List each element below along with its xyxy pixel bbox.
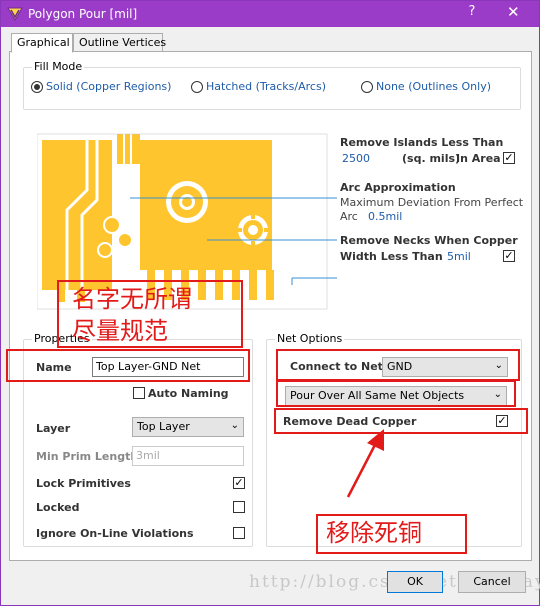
window-title: Polygon Pour [mil] (28, 7, 138, 21)
layer-label: Layer (36, 422, 71, 435)
locked-checkbox[interactable] (233, 501, 245, 513)
radio-hatched-label[interactable]: Hatched (Tracks/Arcs) (206, 80, 326, 93)
fill-mode-group: Fill Mode Solid (Copper Regions) Hatched… (23, 60, 521, 110)
locked-label: Locked (36, 501, 80, 514)
annotation-name-line2: 尽量规范 (72, 317, 168, 345)
remove-islands-title: Remove Islands Less Than (340, 136, 504, 149)
arc-approx-value[interactable]: 0.5mil (368, 210, 402, 223)
ok-button[interactable]: OK (387, 571, 443, 593)
radio-solid-label[interactable]: Solid (Copper Regions) (46, 80, 171, 93)
lock-primitives-checkbox[interactable]: ✓ (233, 477, 245, 489)
remove-islands-value[interactable]: 2500 (342, 152, 370, 165)
auto-naming-checkbox[interactable] (133, 387, 145, 399)
app-icon (7, 7, 23, 21)
remove-necks-width-label: Width Less Than (340, 250, 443, 263)
annotation-name-line1: 名字无所谓 (72, 285, 192, 313)
layer-select[interactable]: Top Layer ⌄ (132, 417, 244, 437)
arc-approx-desc: Maximum Deviation From Perfect (340, 196, 524, 209)
close-button[interactable]: ✕ (507, 3, 520, 21)
radio-solid[interactable] (31, 81, 43, 93)
title-bar: Polygon Pour [mil] ? ✕ (1, 1, 539, 27)
radio-none[interactable] (361, 81, 373, 93)
remove-necks-title: Remove Necks When Copper (340, 234, 518, 247)
annotation-arrow-icon (346, 429, 384, 498)
graphical-panel: Fill Mode Solid (Copper Regions) Hatched… (6, 51, 532, 561)
help-button[interactable]: ? (465, 4, 479, 19)
remove-necks-value[interactable]: 5mil (447, 250, 471, 263)
tab-outline-vertices[interactable]: Outline Vertices (73, 33, 166, 52)
remove-islands-in-area: In Area (456, 152, 501, 165)
radio-hatched[interactable] (191, 81, 203, 93)
annotation-box-name (6, 349, 250, 382)
remove-islands-units: (sq. mils) (402, 152, 461, 165)
min-prim-label: Min Prim Length (36, 450, 139, 463)
annotation-box-connect (276, 349, 520, 381)
layer-value: Top Layer (137, 420, 190, 433)
fill-mode-title: Fill Mode (32, 60, 85, 73)
arc-approx-title: Arc Approximation (340, 181, 456, 194)
chevron-down-icon: ⌄ (230, 420, 239, 431)
net-options-title: Net Options (275, 332, 345, 345)
arc-approx-label: Arc (340, 210, 358, 223)
remove-necks-checkbox[interactable]: ✓ (503, 250, 515, 262)
cancel-button[interactable]: Cancel (458, 571, 526, 593)
remove-islands-checkbox[interactable]: ✓ (503, 152, 515, 164)
radio-none-label[interactable]: None (Outlines Only) (376, 80, 491, 93)
ignore-violations-checkbox[interactable] (233, 527, 245, 539)
min-prim-input[interactable]: 3mil (132, 446, 244, 466)
ignore-violations-label: Ignore On-Line Violations (36, 527, 194, 540)
lock-primitives-label: Lock Primitives (36, 477, 131, 490)
annotation-box-remove-dead (274, 408, 528, 434)
annotation-remove-dead: 移除死铜 (326, 519, 422, 547)
tab-graphical[interactable]: Graphical (11, 33, 73, 53)
auto-naming-label: Auto Naming (148, 387, 229, 400)
annotation-box-pour (276, 380, 516, 407)
polygon-pour-dialog: Polygon Pour [mil] ? ✕ Graphical Outline… (0, 0, 540, 606)
